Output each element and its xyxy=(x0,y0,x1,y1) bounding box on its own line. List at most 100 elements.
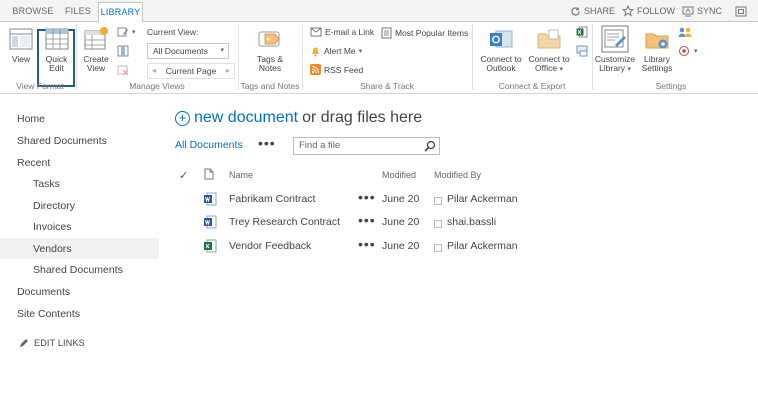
column-header-modified-by[interactable]: Modified By xyxy=(434,170,481,180)
people-icon xyxy=(678,27,692,37)
nav-recent-tasks[interactable]: Tasks xyxy=(33,174,60,194)
search-icon[interactable] xyxy=(424,140,436,158)
customize-library-icon xyxy=(601,25,629,53)
ribbon-divider xyxy=(76,24,77,90)
view-columns-button[interactable] xyxy=(117,45,129,57)
group-tags-notes: Tags and Notes xyxy=(240,81,300,91)
customize-library-button[interactable]: Customize Library ▾ xyxy=(594,25,636,74)
file-name-link[interactable]: Vendor Feedback xyxy=(229,240,311,252)
excel-icon xyxy=(576,26,588,38)
view-selector: All Documents xyxy=(175,139,243,151)
email-link-button[interactable]: E-mail a Link xyxy=(310,27,374,37)
nav-home[interactable]: Home xyxy=(17,109,45,129)
shared-with-button[interactable] xyxy=(678,26,692,38)
create-view-button[interactable]: Create View xyxy=(80,25,112,73)
follow-label: FOLLOW xyxy=(637,6,676,16)
nav-shared-documents[interactable]: Shared Documents xyxy=(17,131,107,151)
column-header-modified[interactable]: Modified xyxy=(382,170,416,180)
item-menu-ellipsis-icon[interactable]: ••• xyxy=(358,212,376,228)
group-settings: Settings xyxy=(655,81,687,91)
view-more-ellipsis-icon[interactable]: ••• xyxy=(258,135,276,151)
group-view-format: View Format xyxy=(16,81,64,91)
share-button[interactable]: SHARE xyxy=(570,4,615,18)
connect-outlook-button[interactable]: Connect to Outlook xyxy=(478,25,524,73)
edit-links-button[interactable]: EDIT LINKS xyxy=(19,338,85,348)
alert-me-button[interactable]: Alert Me ▾ xyxy=(310,45,362,57)
tab-library[interactable]: LIBRARY xyxy=(98,2,143,23)
ribbon-divider xyxy=(592,24,593,90)
explorer-icon xyxy=(576,45,588,57)
modified-date: June 20 xyxy=(382,216,420,228)
file-name-link[interactable]: Trey Research Contract xyxy=(229,216,340,228)
library-settings-button[interactable]: Library Settings xyxy=(638,25,676,73)
workflow-settings-button[interactable]: ▾ xyxy=(678,45,698,57)
export-excel-button[interactable] xyxy=(576,26,588,38)
modified-by-link[interactable]: Pilar Ackerman xyxy=(447,240,518,252)
dropdown-arrow-icon: ▾ xyxy=(627,66,631,73)
tags-notes-button[interactable]: Tags & Notes xyxy=(250,25,290,73)
modify-view-icon xyxy=(117,27,128,37)
connect-office-button[interactable]: Connect to Office ▾ xyxy=(526,25,572,74)
nav-site-contents[interactable]: Site Contents xyxy=(17,304,80,324)
find-file-input[interactable]: Find a file xyxy=(293,137,440,155)
rss-feed-label: RSS Feed xyxy=(324,64,364,75)
table-row[interactable]: Vendor Feedback ••• June 20 Pilar Ackerm… xyxy=(160,236,758,260)
focus-button[interactable] xyxy=(735,4,747,18)
presence-indicator xyxy=(434,197,442,205)
new-document-link[interactable]: new document xyxy=(194,109,298,127)
modified-by-link[interactable]: Pilar Ackerman xyxy=(447,193,518,205)
modified-by-link[interactable]: shai.bassli xyxy=(447,216,496,228)
library-settings-icon xyxy=(643,25,671,53)
current-page-pager[interactable]: ◂ Current Page ▸ xyxy=(147,63,235,79)
nav-recent-invoices[interactable]: Invoices xyxy=(33,217,72,237)
current-view-select[interactable]: All Documents ▾ xyxy=(147,43,229,59)
view-delete-button[interactable] xyxy=(117,64,129,76)
word-doc-icon xyxy=(203,215,217,232)
follow-button[interactable]: FOLLOW xyxy=(622,4,675,18)
column-header-name[interactable]: Name xyxy=(229,170,253,180)
view-all-documents-link[interactable]: All Documents xyxy=(175,139,243,151)
quick-edit-button[interactable]: Quick Edit xyxy=(40,25,73,73)
tab-browse[interactable]: BROWSE xyxy=(8,2,58,22)
rss-feed-button[interactable]: RSS Feed xyxy=(310,64,363,75)
email-link-label: E-mail a Link xyxy=(325,27,375,37)
file-name-link[interactable]: Fabrikam Contract xyxy=(229,193,315,205)
chevron-right-icon[interactable]: ▸ xyxy=(226,64,230,78)
table-row[interactable]: Trey Research Contract ••• June 20 shai.… xyxy=(160,212,758,236)
presence-indicator xyxy=(434,244,442,252)
sync-button[interactable]: SYNC xyxy=(682,4,722,18)
file-type-header-icon[interactable] xyxy=(204,168,214,182)
nav-recent-shared-documents[interactable]: Shared Documents xyxy=(33,260,123,280)
plus-circle-icon[interactable]: + xyxy=(175,110,190,126)
modify-view-button[interactable]: ▾ xyxy=(117,26,136,38)
create-view-icon xyxy=(82,25,110,53)
workflow-icon xyxy=(679,46,689,56)
select-all-checkmark-icon[interactable]: ✓ xyxy=(179,169,188,182)
bell-icon xyxy=(312,47,319,57)
view-button[interactable]: View xyxy=(6,25,36,64)
nav-documents[interactable]: Documents xyxy=(17,282,70,302)
ribbon: View Quick Edit View Format Create View … xyxy=(0,22,758,94)
current-page-label: Current Page xyxy=(165,66,217,76)
word-doc-icon xyxy=(203,192,217,209)
open-with-explorer-button[interactable] xyxy=(576,45,588,57)
nav-recent[interactable]: Recent xyxy=(17,153,50,173)
item-menu-ellipsis-icon[interactable]: ••• xyxy=(358,236,376,252)
nav-recent-vendors[interactable]: Vendors xyxy=(33,239,72,259)
most-popular-button[interactable]: Most Popular Items xyxy=(381,27,468,39)
item-menu-ellipsis-icon[interactable]: ••• xyxy=(358,189,376,205)
most-popular-label: Most Popular Items xyxy=(395,28,469,38)
presence-indicator xyxy=(434,220,442,228)
mail-icon xyxy=(310,27,322,37)
tab-files[interactable]: FILES xyxy=(60,2,96,22)
sync-icon xyxy=(682,6,694,16)
library-settings-label-2: Settings xyxy=(641,63,673,73)
office-folder-icon xyxy=(535,25,563,53)
table-row[interactable]: Fabrikam Contract ••• June 20 Pilar Acke… xyxy=(160,189,758,213)
chevron-left-icon[interactable]: ◂ xyxy=(152,64,156,78)
nav-recent-directory[interactable]: Directory xyxy=(33,196,75,216)
sync-label: SYNC xyxy=(697,6,723,16)
star-icon xyxy=(622,5,634,17)
view-icon xyxy=(7,25,35,53)
dropdown-arrow-icon: ▾ xyxy=(559,66,563,73)
